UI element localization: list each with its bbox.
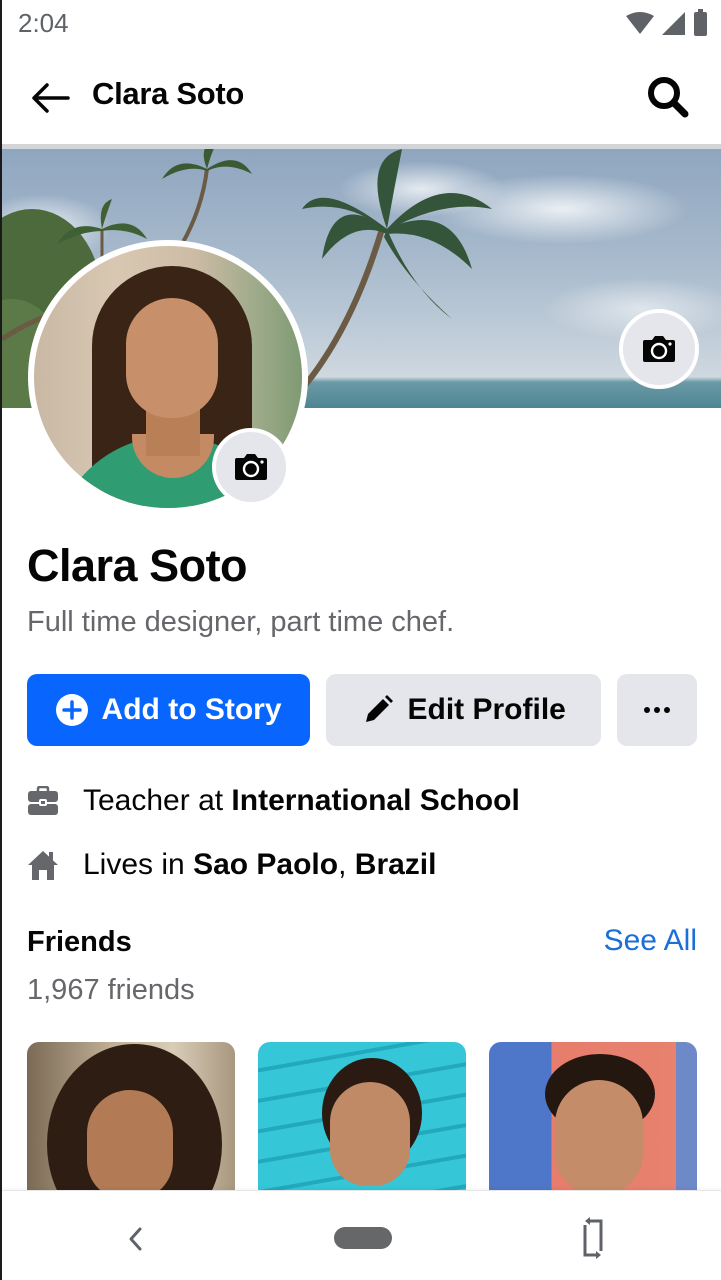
app-bar: Clara Soto (2, 48, 721, 144)
app-bar-title: Clara Soto (92, 76, 245, 111)
profile-details: Teacher at International School Lives in… (27, 778, 697, 906)
profile-name: Clara Soto (27, 540, 248, 591)
wifi-icon (626, 12, 654, 34)
profile-bio: Full time designer, part time chef. (27, 606, 455, 638)
home-icon (27, 849, 59, 881)
plus-circle-icon (55, 694, 88, 726)
edit-profile-picture-button[interactable] (212, 428, 290, 506)
camera-icon (643, 336, 675, 362)
rotate-icon[interactable] (576, 1217, 610, 1259)
more-options-button[interactable] (617, 674, 697, 746)
edit-profile-label: Edit Profile (407, 693, 566, 726)
see-all-friends-link[interactable]: See All (604, 924, 697, 958)
work-place[interactable]: International School (231, 784, 519, 817)
edit-cover-photo-button[interactable] (619, 309, 699, 389)
add-to-story-label: Add to Story (101, 693, 282, 726)
more-horizontal-icon (644, 707, 671, 713)
nav-back-icon (129, 1227, 142, 1251)
avatar-face (126, 298, 218, 418)
briefcase-icon (27, 785, 59, 817)
location-country[interactable]: Brazil (355, 848, 437, 881)
status-icons (626, 9, 707, 36)
status-time: 2:04 (18, 8, 69, 38)
profile-actions: Add to Story Edit Profile (27, 674, 697, 746)
add-to-story-button[interactable]: Add to Story (27, 674, 311, 746)
friends-title: Friends (27, 926, 132, 958)
friends-count: 1,967 friends (27, 974, 195, 1006)
system-navigation-bar (2, 1190, 721, 1280)
detail-location: Lives in Sao Paolo, Brazil (27, 842, 697, 888)
arrow-left-icon (32, 83, 70, 113)
cellular-signal-icon (662, 12, 685, 35)
friend-face (87, 1090, 173, 1200)
search-icon (648, 77, 689, 118)
friends-header: Friends See All (27, 924, 697, 968)
location-separator: , (338, 848, 355, 881)
profile-screen: 2:04 Clara Soto Clara Soto Full time des… (0, 0, 721, 1280)
location-city[interactable]: Sao Paolo (193, 848, 338, 881)
edit-profile-button[interactable]: Edit Profile (326, 674, 602, 746)
camera-icon (235, 454, 267, 480)
status-bar: 2:04 (2, 0, 721, 48)
work-text: Teacher at International School (83, 784, 520, 818)
location-text: Lives in Sao Paolo, Brazil (83, 848, 436, 882)
work-prefix: Teacher at (83, 784, 232, 817)
nav-back-button[interactable] (120, 1221, 150, 1257)
pencil-icon (365, 695, 393, 722)
friend-face (330, 1082, 410, 1186)
battery-icon (694, 9, 707, 36)
search-button[interactable] (645, 74, 691, 120)
back-button[interactable] (28, 78, 72, 118)
location-prefix: Lives in (83, 848, 194, 881)
nav-home-pill[interactable] (334, 1227, 392, 1249)
detail-work: Teacher at International School (27, 778, 697, 824)
friend-face (555, 1080, 643, 1194)
